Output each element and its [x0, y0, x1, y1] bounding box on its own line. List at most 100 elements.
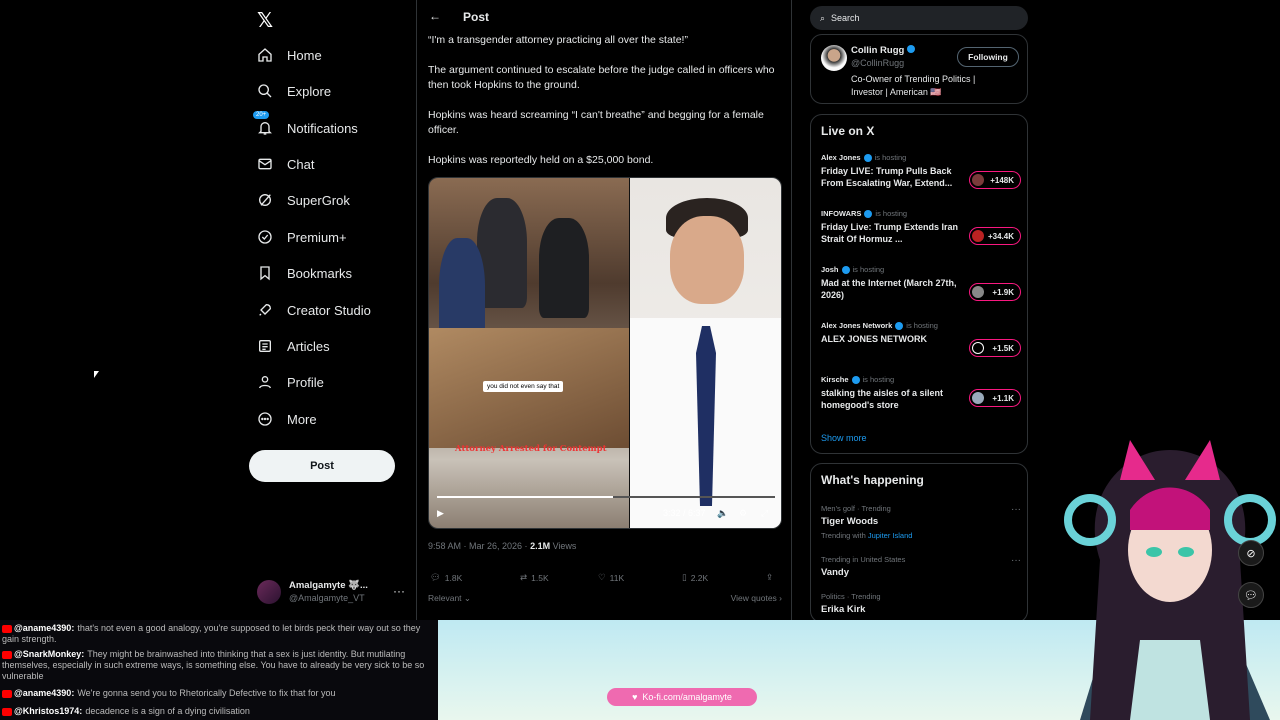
nav-item-profile[interactable]: Profile: [249, 364, 324, 400]
live-listeners-button[interactable]: +34.4K: [969, 227, 1021, 245]
more-icon: [258, 412, 272, 426]
profile-name[interactable]: Collin Rugg: [851, 45, 915, 56]
verified-icon: [851, 375, 860, 384]
fullscreen-icon[interactable]: ⤢: [761, 508, 768, 519]
nav-item-supergrok[interactable]: SuperGrok: [249, 182, 350, 218]
chat-message: @aname4390: that's not even a good analog…: [2, 623, 436, 645]
live-host: Josh is hosting: [821, 265, 1021, 274]
live-item[interactable]: Alex Jones Network is hosting ALEX JONES …: [821, 321, 1021, 357]
show-more-link[interactable]: Show more: [821, 433, 867, 443]
trend-item[interactable]: Politics · Trending Erika Kirk: [821, 592, 1021, 615]
premium-icon: [258, 230, 272, 244]
trend-category: Politics · Trending: [821, 592, 881, 601]
listener-count: +34.4K: [987, 231, 1014, 241]
listener-count: +148K: [990, 175, 1014, 185]
post-meta: 9:58 AM · Mar 26, 2026 · 2.1M Views: [428, 541, 576, 551]
nav-item-premium[interactable]: Premium+: [249, 219, 347, 255]
profile-card: Collin Rugg @CollinRugg Co-Owner of Tren…: [810, 34, 1028, 104]
live-host: Alex Jones is hosting: [821, 153, 1021, 162]
live-host: Kirsche is hosting: [821, 375, 1021, 384]
nav-label: Profile: [287, 374, 324, 390]
like-button[interactable]: ♡ 11K: [598, 572, 624, 583]
following-button[interactable]: Following: [957, 47, 1019, 67]
grok-icon: [259, 194, 271, 206]
views-label: Views: [550, 541, 577, 551]
view-quotes-link[interactable]: View quotes ›: [731, 593, 782, 603]
back-arrow-icon[interactable]: ←: [429, 9, 441, 23]
bookmark-button[interactable]: ▯ 2.2K: [682, 572, 708, 583]
listener-count: +1.5K: [992, 343, 1014, 353]
x-logo-icon[interactable]: 𝕏: [257, 8, 273, 32]
host-name: Alex Jones Network: [821, 321, 893, 330]
bookmark-icon: [260, 266, 270, 281]
trend-with-link[interactable]: Jupiter Island: [868, 531, 913, 540]
account-switcher[interactable]: Amalgamyte 🐺... @Amalgamyte_VT ···: [257, 578, 407, 608]
live-item[interactable]: INFOWARS is hosting Friday Live: Trump Ex…: [821, 209, 1021, 245]
post-text: Hopkins was reportedly held on a $25,000…: [428, 154, 654, 166]
grok-float-icon[interactable]: ⊘: [1238, 540, 1264, 566]
repost-icon: ⇄: [520, 572, 528, 582]
nav-item-creator-studio[interactable]: Creator Studio: [249, 292, 371, 328]
face: [670, 216, 744, 304]
trend-more-icon[interactable]: ···: [1011, 555, 1021, 566]
play-icon[interactable]: ▶: [437, 508, 444, 519]
trend-item[interactable]: Men's golf · Trending Tiger Woods Trendi…: [821, 504, 1021, 540]
trend-with: Trending with Jupiter Island: [821, 531, 1021, 540]
trend-item[interactable]: Trending in United States Vandy ···: [821, 555, 1021, 578]
nav-label: Home: [287, 47, 322, 63]
live-title: Friday LIVE: Trump Pulls Back From Escal…: [821, 166, 953, 188]
repost-button[interactable]: ⇄ 1.5K: [520, 572, 549, 583]
kofi-link[interactable]: ♥ Ko-fi.com/amalgamyte: [607, 688, 757, 706]
bell-icon: [258, 122, 272, 135]
avatar: [972, 174, 984, 186]
home-icon: [258, 48, 272, 62]
verified-icon: [841, 265, 850, 274]
profile-bio: Co-Owner of Trending Politics | Investor…: [851, 74, 976, 97]
nav-item-articles[interactable]: Articles: [249, 328, 330, 364]
hosting-label: is hosting: [875, 209, 908, 218]
account-name: Amalgamyte 🐺...: [289, 580, 368, 591]
share-button[interactable]: ⇪: [766, 572, 773, 583]
trend-category: Trending in United States: [821, 555, 906, 564]
live-listeners-button[interactable]: +1.5K: [969, 339, 1021, 357]
live-title: stalking the aisles of a silent homegood…: [821, 388, 944, 410]
video-player[interactable]: you did not even say that Attorney Arres…: [428, 177, 782, 529]
live-item[interactable]: Kirsche is hosting stalking the aisles of…: [821, 375, 1021, 411]
avatar[interactable]: [821, 45, 847, 71]
live-item[interactable]: Josh is hosting Mad at the Internet (Marc…: [821, 265, 1021, 301]
nav-item-chat[interactable]: Chat: [249, 146, 314, 182]
reply-button[interactable]: 💬︎ 1.8K: [430, 572, 462, 583]
volume-icon[interactable]: 🔈: [717, 508, 728, 519]
search-box[interactable]: ⌕: [810, 6, 1028, 30]
account-more-icon[interactable]: ···: [393, 584, 405, 598]
nav-item-explore[interactable]: Explore: [249, 73, 331, 109]
live-item[interactable]: Alex Jones is hosting Friday LIVE: Trump …: [821, 153, 1021, 189]
post-text: Hopkins was heard screaming “I can't bre…: [428, 109, 764, 136]
trend-category: Men's golf · Trending: [821, 504, 891, 513]
nav-item-home[interactable]: Home: [249, 37, 322, 73]
settings-icon[interactable]: ⚙: [739, 508, 747, 519]
youtube-icon: [2, 624, 12, 633]
live-listeners-button[interactable]: +148K: [969, 171, 1021, 189]
avatar: [972, 286, 984, 298]
video-time: 3:32 / 6:37: [663, 508, 706, 518]
verified-icon: [863, 153, 872, 162]
video-caption: you did not even say that: [483, 381, 564, 392]
live-listeners-button[interactable]: +1.1K: [969, 389, 1021, 407]
heart-cup-icon: ♥: [632, 692, 638, 702]
chat-bubble-icon[interactable]: 💬︎: [1238, 582, 1264, 608]
video-progress-bar[interactable]: [437, 496, 775, 498]
officer-figure: [539, 218, 589, 318]
trend-more-icon[interactable]: ···: [1011, 504, 1021, 515]
relevant-dropdown[interactable]: Relevant ⌄: [428, 593, 471, 604]
hosting-label: is hosting: [852, 265, 885, 274]
live-listeners-button[interactable]: +1.9K: [969, 283, 1021, 301]
trend-with-label: Trending with: [821, 531, 868, 540]
nav-item-more[interactable]: More: [249, 401, 317, 437]
nav-item-notifications[interactable]: 20+ Notifications: [249, 110, 358, 146]
happening-title: What's happening: [821, 473, 924, 487]
nav-item-bookmarks[interactable]: Bookmarks: [249, 255, 352, 291]
search-input[interactable]: [831, 13, 1012, 23]
chat-text: We're gonna send you to Rhetorically Def…: [77, 688, 336, 698]
post-button[interactable]: Post: [249, 450, 395, 482]
